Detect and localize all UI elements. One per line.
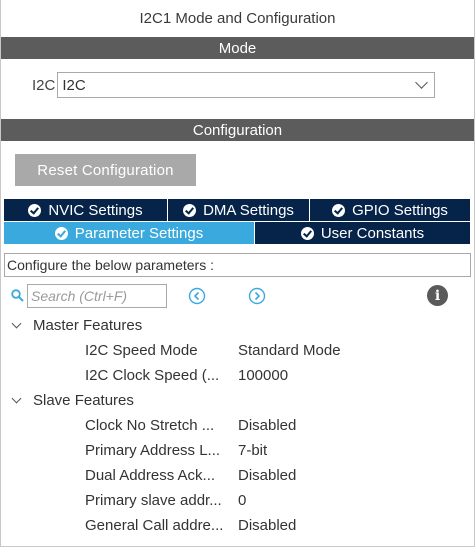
tab-label: DMA Settings <box>203 201 294 219</box>
param-name: I2C Speed Mode <box>85 342 198 359</box>
param-name: Clock No Stretch ... <box>85 417 215 434</box>
chevron-down-icon <box>11 318 22 329</box>
configure-parameters-hint: Configure the below parameters : <box>4 253 471 277</box>
tab-label: Parameter Settings <box>74 224 204 242</box>
tab-label: User Constants <box>320 224 425 242</box>
param-value: Disabled <box>238 417 297 434</box>
group-label: Master Features <box>33 317 143 334</box>
tab-gpio-settings[interactable]: GPIO Settings <box>310 199 470 221</box>
chevron-down-icon <box>11 393 22 404</box>
param-value: Disabled <box>238 517 297 534</box>
check-circle-icon <box>300 226 314 240</box>
group-master-features[interactable]: Master Features <box>10 317 142 334</box>
search-icon <box>11 289 24 302</box>
chevron-right-circle-icon[interactable] <box>248 287 266 305</box>
tab-label: NVIC Settings <box>48 201 143 219</box>
param-value: Standard Mode <box>238 342 341 359</box>
param-row[interactable]: Primary slave addr... 0 <box>85 492 246 509</box>
param-name: Primary Address L... <box>85 442 221 459</box>
search-input[interactable] <box>27 284 167 308</box>
param-row[interactable]: General Call addre... Disabled <box>85 517 296 534</box>
tab-user-constants[interactable]: User Constants <box>255 222 470 244</box>
param-name: Primary slave addr... <box>85 492 222 509</box>
mode-section-header: Mode <box>1 37 474 59</box>
param-value: 0 <box>238 492 247 509</box>
chevron-left-circle-icon[interactable] <box>188 287 206 305</box>
i2c-mode-label: I2C <box>32 76 56 94</box>
param-row[interactable]: Dual Address Ack... Disabled <box>85 467 296 484</box>
param-row[interactable]: Primary Address L... 7-bit <box>85 442 267 459</box>
check-circle-icon <box>183 203 197 217</box>
tab-dma-settings[interactable]: DMA Settings <box>168 199 309 221</box>
param-row[interactable]: Clock No Stretch ... Disabled <box>85 417 296 434</box>
chevron-down-icon <box>415 76 429 89</box>
mode-row: I2C I2C <box>32 72 436 98</box>
param-name: Dual Address Ack... <box>85 467 216 484</box>
configuration-section-header: Configuration <box>1 119 474 141</box>
param-value: 7-bit <box>238 442 268 459</box>
param-value: Disabled <box>238 467 297 484</box>
param-row[interactable]: I2C Clock Speed (... 100000 <box>85 367 288 384</box>
tab-nvic-settings[interactable]: NVIC Settings <box>4 199 167 221</box>
panel-title: I2C1 Mode and Configuration <box>139 9 336 27</box>
tab-label: GPIO Settings <box>352 201 448 219</box>
i2c-mode-select[interactable]: I2C <box>57 72 436 98</box>
param-name: General Call addre... <box>85 517 224 534</box>
group-slave-features[interactable]: Slave Features <box>10 392 134 409</box>
check-circle-icon <box>332 203 346 217</box>
check-circle-icon <box>54 226 68 240</box>
group-label: Slave Features <box>33 392 134 409</box>
param-value: 100000 <box>238 367 289 384</box>
i2c-mode-select-value: I2C <box>62 76 86 94</box>
tab-parameter-settings[interactable]: Parameter Settings <box>4 222 254 244</box>
param-row[interactable]: I2C Speed Mode Standard Mode <box>85 342 341 359</box>
reset-configuration-button[interactable]: Reset Configuration <box>15 154 196 186</box>
param-name: I2C Clock Speed (... <box>85 367 220 384</box>
check-circle-icon <box>28 203 42 217</box>
info-icon[interactable]: i <box>427 285 448 306</box>
